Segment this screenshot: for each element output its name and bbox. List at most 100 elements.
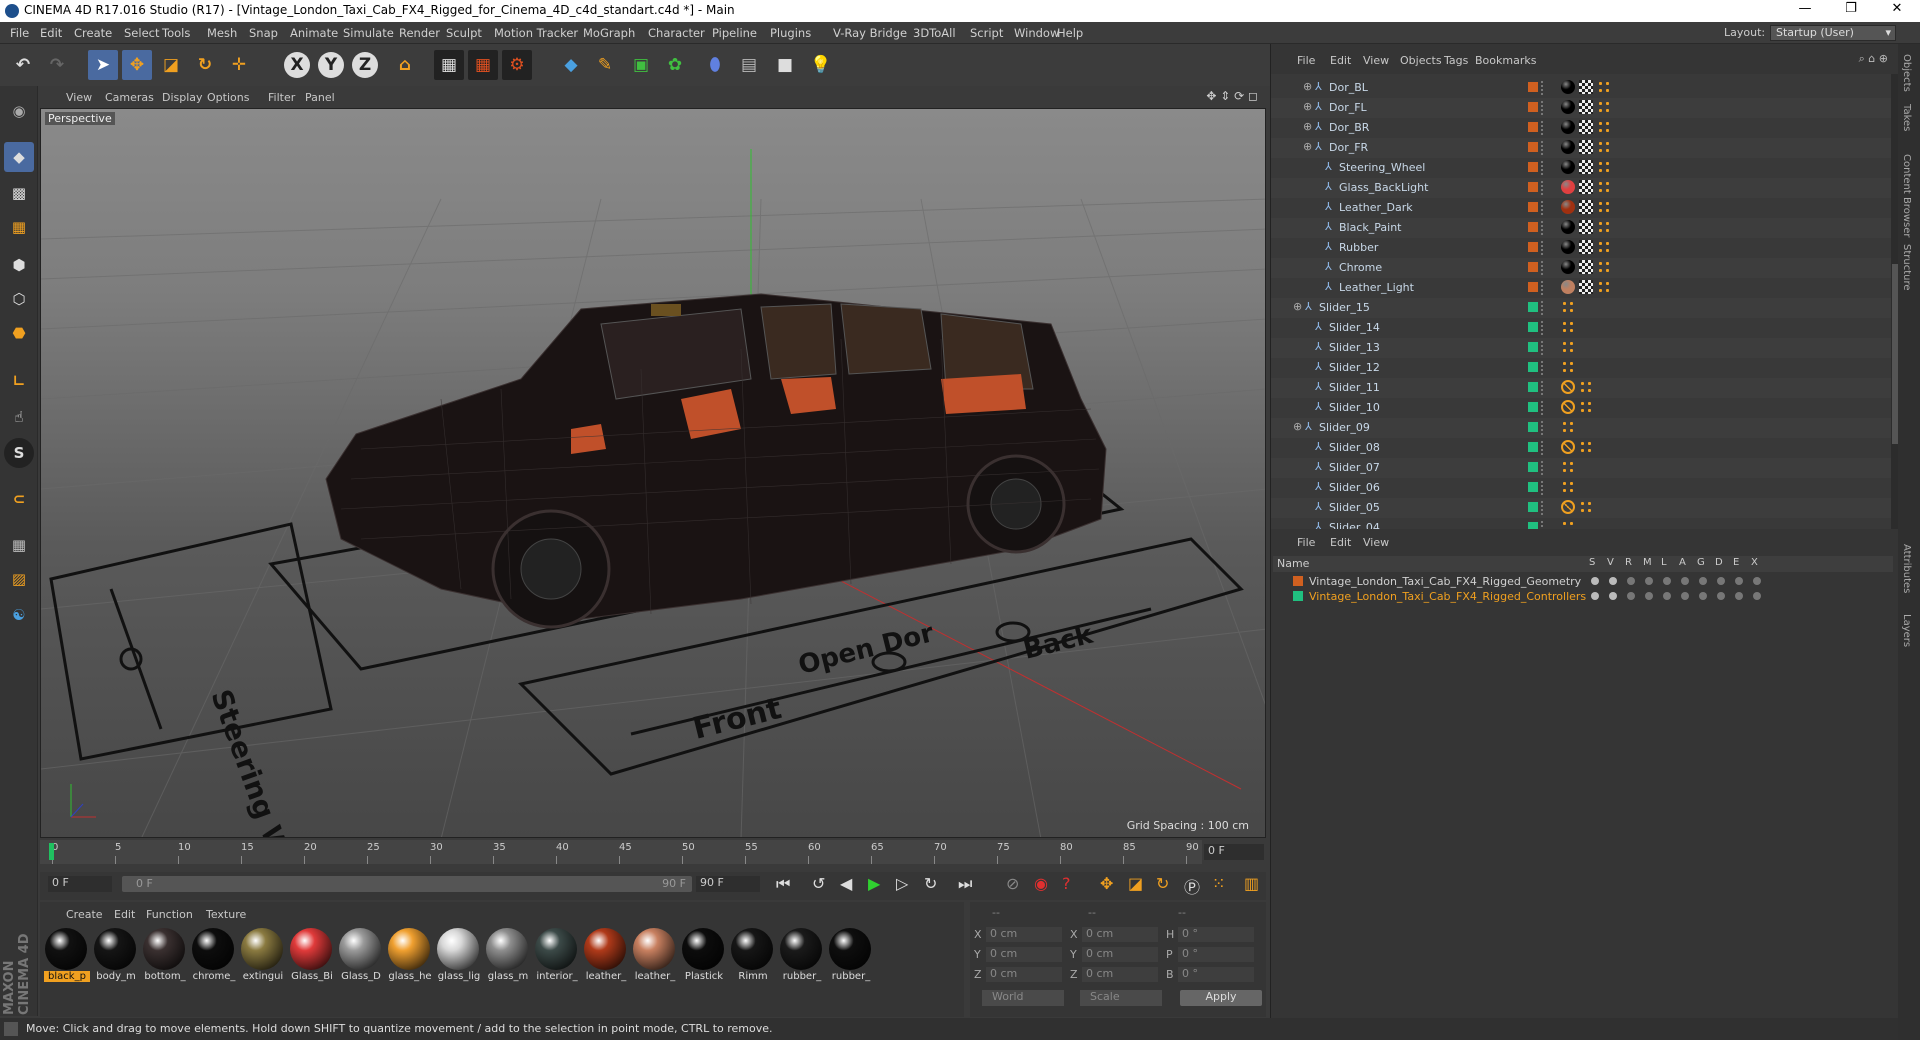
move-tool-icon[interactable]: ✥ [122,50,152,80]
visibility-dots-icon[interactable] [1541,141,1545,155]
object-row[interactable]: ⅄ Slider_05 [1271,498,1891,518]
xpresso-tag-icon[interactable] [1597,220,1611,234]
visibility-dots-icon[interactable] [1541,461,1545,475]
layer-column-v[interactable]: V [1607,557,1614,568]
goto-start-icon[interactable]: ⏮ [776,874,790,894]
timeline-playhead[interactable] [49,843,54,860]
menu-animate[interactable]: Animate [290,26,338,40]
model-mode-icon[interactable]: ◆ [4,142,34,172]
render-picture-viewer-icon[interactable]: ▦ [468,50,498,80]
object-row[interactable]: ⅄ Slider_11 [1271,378,1891,398]
side-tab-objects[interactable]: Objects [1901,54,1912,92]
material-swatch[interactable]: rubber_ [779,928,823,986]
material-menu-create[interactable]: Create [66,908,103,921]
visibility-dots-icon[interactable] [1541,361,1545,375]
material-swatch[interactable]: body_m [93,928,137,986]
layer-row[interactable]: Vintage_London_Taxi_Cab_FX4_Rigged_Contr… [1273,589,1893,604]
polygons-mode-icon[interactable]: ⬣ [4,318,34,348]
menu-window[interactable]: Window [1014,26,1059,40]
material-swatch[interactable]: leather_ [583,928,627,986]
object-row[interactable]: ⅄ Black_Paint [1271,218,1891,238]
layer-toggle-icon[interactable] [1735,592,1743,600]
visibility-dots-icon[interactable] [1541,321,1545,335]
material-tag-icon[interactable] [1561,200,1575,214]
viewport-menu-display[interactable]: Display [162,91,203,104]
menu-plugins[interactable]: Plugins [770,26,811,40]
protection-tag-icon[interactable] [1561,400,1575,414]
xpresso-tag-icon[interactable] [1561,320,1575,334]
xpresso-tag-icon[interactable] [1561,480,1575,494]
material-swatch[interactable]: glass_m [485,928,529,986]
layer-toggle-icon[interactable] [1663,577,1671,585]
spline-pen-icon[interactable]: ✎ [590,50,620,80]
object-list[interactable]: ⊕ ⅄ Dor_BL ⊕ ⅄ Dor_FL ⊕ ⅄ Dor_BR ⊕ ⅄ Dor_FR ⅄ Steerin… [1271,74,1891,529]
minimize-button[interactable]: — [1782,1,1828,21]
object-row[interactable]: ⅄ Slider_12 [1271,358,1891,378]
menu-mesh[interactable]: Mesh [207,26,237,40]
coord-field[interactable]: 0 cm [986,967,1062,982]
axis-icon[interactable]: ∟ [4,366,34,396]
step-forward-icon[interactable]: ▷ [896,874,908,893]
coord-field[interactable]: 0 cm [1082,947,1158,962]
object-menu-bookmarks[interactable]: Bookmarks [1475,54,1536,67]
side-tab-structure[interactable]: Structure [1901,244,1912,291]
menu-simulate[interactable]: Simulate [343,26,394,40]
layer-color-swatch[interactable] [1528,202,1538,212]
viewport-menu-filter[interactable]: Filter [268,91,295,104]
layer-color-swatch[interactable] [1528,242,1538,252]
layer-color-swatch[interactable] [1528,442,1538,452]
object-row[interactable]: ⊕ ⅄ Dor_FR [1271,138,1891,158]
xpresso-tag-icon[interactable] [1579,500,1593,514]
close-button[interactable]: ✕ [1874,1,1920,21]
object-row[interactable]: ⅄ Slider_13 [1271,338,1891,358]
material-menu-texture[interactable]: Texture [206,908,246,921]
uvw-tag-icon[interactable] [1579,160,1593,174]
material-swatch[interactable]: bottom_ [142,928,186,986]
array-icon[interactable]: ✿ [660,50,690,80]
render-settings-icon[interactable]: ⚙ [502,50,532,80]
material-swatch[interactable]: glass_he [387,928,432,986]
material-menu-edit[interactable]: Edit [114,908,135,921]
visibility-dots-icon[interactable] [1541,241,1545,255]
layer-color-swatch[interactable] [1528,162,1538,172]
xpresso-tag-icon[interactable] [1597,240,1611,254]
menu-create[interactable]: Create [74,26,112,40]
snap-icon[interactable]: S [4,438,34,468]
xpresso-tag-icon[interactable] [1561,520,1575,529]
auto-key-icon[interactable]: ? [1062,874,1071,893]
y-axis-icon[interactable]: Y [318,52,344,78]
world-select[interactable]: World [982,990,1064,1006]
start-frame-field[interactable]: 0 F [48,876,112,892]
layer-toggle-icon[interactable] [1663,592,1671,600]
key-param-icon[interactable]: Ⓟ [1184,874,1200,898]
layer-toggle-icon[interactable] [1735,577,1743,585]
apply-button[interactable]: Apply [1180,990,1262,1006]
layer-color-swatch[interactable] [1528,482,1538,492]
cube-icon[interactable]: ◆ [556,50,586,80]
layer-toggle-icon[interactable] [1645,592,1653,600]
xpresso-tag-icon[interactable] [1597,280,1611,294]
render-view-icon[interactable]: ▦ [434,50,464,80]
material-tag-icon[interactable] [1561,220,1575,234]
material-tag-icon[interactable] [1561,280,1575,294]
redo-icon[interactable]: ↷ [42,50,72,80]
material-swatch[interactable]: Plastick [681,928,725,986]
layer-toggle-icon[interactable] [1681,592,1689,600]
xpresso-tag-icon[interactable] [1579,440,1593,454]
layer-color-swatch[interactable] [1528,382,1538,392]
layer-color-swatch[interactable] [1528,82,1538,92]
menu-3dtoall[interactable]: 3DToAll [913,26,956,40]
coord-field[interactable]: 0 cm [986,927,1062,942]
python-icon[interactable]: ☯ [4,600,34,630]
expand-icon[interactable]: ⊕ [1293,420,1302,433]
coordinate-system-icon[interactable]: ⌂ [390,50,420,80]
layer-row[interactable]: Vintage_London_Taxi_Cab_FX4_Rigged_Geome… [1273,574,1893,589]
xpresso-tag-icon[interactable] [1561,360,1575,374]
uvw-tag-icon[interactable] [1579,120,1593,134]
key-move-icon[interactable]: ✥ [1100,874,1113,893]
object-menu-edit[interactable]: Edit [1330,54,1351,67]
visibility-dots-icon[interactable] [1541,161,1545,175]
object-row[interactable]: ⅄ Slider_14 [1271,318,1891,338]
xpresso-tag-icon[interactable] [1579,380,1593,394]
side-tab-attributes[interactable]: Attributes [1901,544,1912,593]
